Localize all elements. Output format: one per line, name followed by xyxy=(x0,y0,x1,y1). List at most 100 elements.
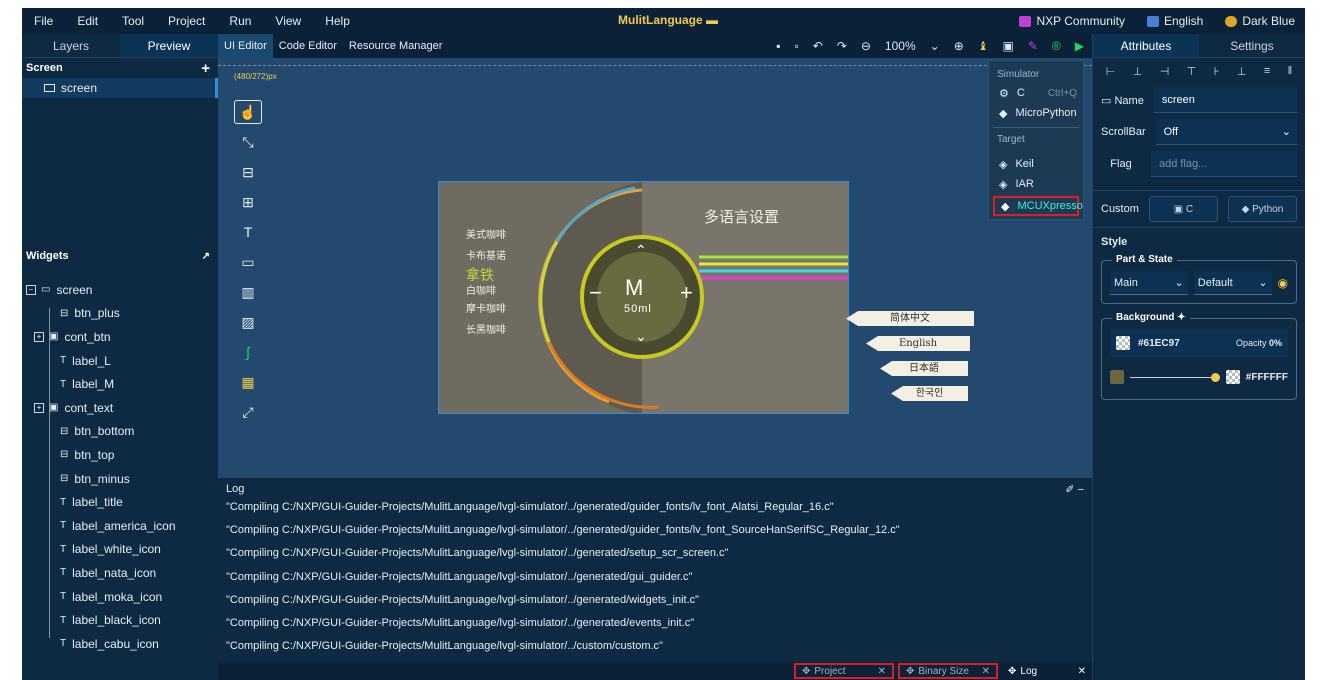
screen-list-item[interactable]: screen xyxy=(22,78,218,98)
widget-tree-item[interactable]: Tlabel_M xyxy=(22,372,218,396)
register-icon[interactable]: ® xyxy=(1052,39,1061,53)
undo-icon[interactable]: ↶ xyxy=(813,39,823,53)
widget-tree-item[interactable]: Tlabel_america_icon xyxy=(22,514,218,538)
tab-attributes[interactable]: Attributes xyxy=(1093,34,1199,57)
menu-tool[interactable]: Tool xyxy=(110,14,156,28)
custom-python-button[interactable]: ◆ Python xyxy=(1227,196,1297,222)
menu-view[interactable]: View xyxy=(263,14,313,28)
sim-c-item[interactable]: ⚙ C Ctrl+Q xyxy=(989,83,1083,103)
image-widget-icon[interactable]: ▨ xyxy=(234,310,262,334)
flag-input[interactable]: add flag... xyxy=(1151,151,1297,177)
lang-button-zh[interactable]: 简体中文 xyxy=(846,311,974,326)
tab-resource-manager[interactable]: Resource Manager xyxy=(343,34,449,58)
align-bottom-icon[interactable]: ⊥ xyxy=(1237,65,1247,78)
language-switch[interactable]: English xyxy=(1146,14,1203,28)
zoom-out-icon[interactable]: ⊖ xyxy=(861,39,871,53)
pointer-icon[interactable]: ☝ xyxy=(234,100,262,124)
widget-tree-item[interactable]: Tlabel_moka_icon xyxy=(22,585,218,609)
button-widget-icon[interactable]: ⊟ xyxy=(234,160,262,184)
menu-run[interactable]: Run xyxy=(217,14,263,28)
animation-widget-icon[interactable]: ∫ xyxy=(234,340,262,364)
name-input[interactable]: screen xyxy=(1153,87,1297,113)
label-widget-icon[interactable]: T xyxy=(234,220,262,244)
menu-edit[interactable]: Edit xyxy=(65,14,110,28)
paint-icon[interactable]: ♝ xyxy=(978,39,989,53)
bottom-tab-binary-size[interactable]: ✥ Binary Size ✕ xyxy=(898,663,998,679)
bring-front-icon[interactable]: ▪ xyxy=(776,39,780,53)
redo-icon[interactable]: ↷ xyxy=(837,39,847,53)
external-link-icon[interactable]: ↗ xyxy=(202,251,210,262)
collapse-icon[interactable]: ⤡ xyxy=(234,130,262,154)
tab-code-editor[interactable]: Code Editor xyxy=(273,34,343,58)
widget-tree-item[interactable]: ⊟ btn_bottom xyxy=(22,420,218,444)
align-middle-icon[interactable]: ⊦ xyxy=(1214,65,1220,78)
theme-switch[interactable]: Dark Blue xyxy=(1225,14,1295,28)
widget-tree-item[interactable]: Tlabel_title xyxy=(22,490,218,514)
sim-micropython-item[interactable]: ◆ MicroPython xyxy=(989,103,1083,123)
close-icon[interactable]: ✕ xyxy=(878,666,886,677)
target-iar-item[interactable]: ◈ IAR xyxy=(989,174,1083,194)
widget-tree-item[interactable]: ⊟ btn_top xyxy=(22,443,218,467)
widget-tree-item[interactable]: − ▭ screen xyxy=(22,278,218,302)
clear-log-icon[interactable]: ✐ xyxy=(1065,484,1074,496)
chart-widget-icon[interactable]: ▥ xyxy=(234,280,262,304)
custom-c-button[interactable]: ▣ C xyxy=(1148,196,1218,222)
editor-canvas[interactable]: (480/272)px ☝ ⤡ ⊟ ⊞ T ▭ ▥ ▨ ∫ ▦ ⤢ 多语言设置 … xyxy=(218,58,1092,478)
align-left-icon[interactable]: ⊢ xyxy=(1106,65,1116,78)
menu-file[interactable]: File xyxy=(22,14,65,28)
qrcode-widget-icon[interactable]: ▦ xyxy=(234,370,262,394)
grad-color-value[interactable]: #FFFFFF xyxy=(1246,372,1288,383)
widget-tree-item[interactable]: + ▣ cont_text xyxy=(22,396,218,420)
minimize-icon[interactable]: − xyxy=(1078,484,1084,496)
expand-icon[interactable]: ⤢ xyxy=(234,400,262,424)
tab-settings[interactable]: Settings xyxy=(1199,34,1305,57)
zoom-in-icon[interactable]: ⊕ xyxy=(954,39,964,53)
plus-button[interactable]: + xyxy=(680,280,693,306)
build-tool-icon[interactable]: ✎ xyxy=(1028,39,1038,53)
textarea-widget-icon[interactable]: ▭ xyxy=(234,250,262,274)
widget-tree-item[interactable]: Tlabel_white_icon xyxy=(22,538,218,562)
gradient-slider[interactable] xyxy=(1130,372,1220,382)
gradient-start-swatch[interactable] xyxy=(1110,370,1124,384)
close-icon[interactable]: ✕ xyxy=(982,666,990,677)
close-icon[interactable]: ✕ xyxy=(1078,666,1086,677)
expand-icon[interactable]: + xyxy=(34,402,44,413)
nxp-community-link[interactable]: NXP Community xyxy=(1019,14,1125,28)
tab-layers[interactable]: Layers xyxy=(22,34,120,57)
lang-button-en[interactable]: English xyxy=(866,336,970,351)
run-icon[interactable]: ▶ xyxy=(1075,39,1084,53)
bottom-tab-project[interactable]: ✥ Project ✕ xyxy=(794,663,894,679)
widget-tree-item[interactable]: Tlabel_black_icon xyxy=(22,608,218,632)
widget-tree-item[interactable]: Tlabel_nata_icon xyxy=(22,561,218,585)
chevron-down-icon[interactable]: ⌄ xyxy=(930,39,940,53)
distribute-v-icon[interactable]: ‖ xyxy=(1288,65,1293,77)
lang-button-ja[interactable]: 日本語 xyxy=(880,361,968,376)
bottom-tab-log[interactable]: ✥ Log ✕ xyxy=(1002,663,1092,679)
add-screen-icon[interactable]: + xyxy=(201,60,210,77)
up-arrow-icon[interactable]: ⌃ xyxy=(635,242,647,259)
slider-handle[interactable] xyxy=(1210,372,1220,382)
expand-icon[interactable]: + xyxy=(34,331,44,342)
distribute-h-icon[interactable]: ≡ xyxy=(1264,65,1270,77)
widget-tree-item[interactable]: + ▣ cont_btn xyxy=(22,325,218,349)
screen-preview[interactable]: 多语言设置 美式咖啡 卡布基诺 拿铁 白咖啡 摩卡咖啡 长黑咖啡 M 50ml … xyxy=(438,181,849,414)
lang-button-ko[interactable]: 한국인 xyxy=(891,386,968,401)
widget-tree-item[interactable]: Tlabel_cabu_icon xyxy=(22,632,218,656)
zoom-level[interactable]: 100% xyxy=(885,39,916,53)
menu-project[interactable]: Project xyxy=(156,14,217,28)
bg-color-swatch[interactable] xyxy=(1116,336,1130,350)
part-select[interactable]: Main ⌄ xyxy=(1110,271,1188,295)
align-right-icon[interactable]: ⊣ xyxy=(1160,65,1170,78)
align-top-icon[interactable]: ⊤ xyxy=(1187,65,1197,78)
code-gen-icon[interactable]: ▣ xyxy=(1003,39,1014,53)
scrollbar-select[interactable]: Off ⌄ xyxy=(1155,119,1297,145)
menu-help[interactable]: Help xyxy=(313,14,362,28)
down-arrow-icon[interactable]: ⌄ xyxy=(635,328,647,345)
state-select[interactable]: Default ⌄ xyxy=(1193,271,1272,295)
target-mcuxpresso-item[interactable]: ◆ MCUXpresso xyxy=(993,196,1083,216)
minus-button[interactable]: − xyxy=(589,280,602,306)
send-back-icon[interactable]: ▫ xyxy=(794,39,798,53)
widget-tree-item[interactable]: ⊟ btn_minus xyxy=(22,467,218,491)
tab-ui-editor[interactable]: UI Editor xyxy=(218,34,273,58)
widget-tree-item[interactable]: Tlabel_L xyxy=(22,349,218,373)
